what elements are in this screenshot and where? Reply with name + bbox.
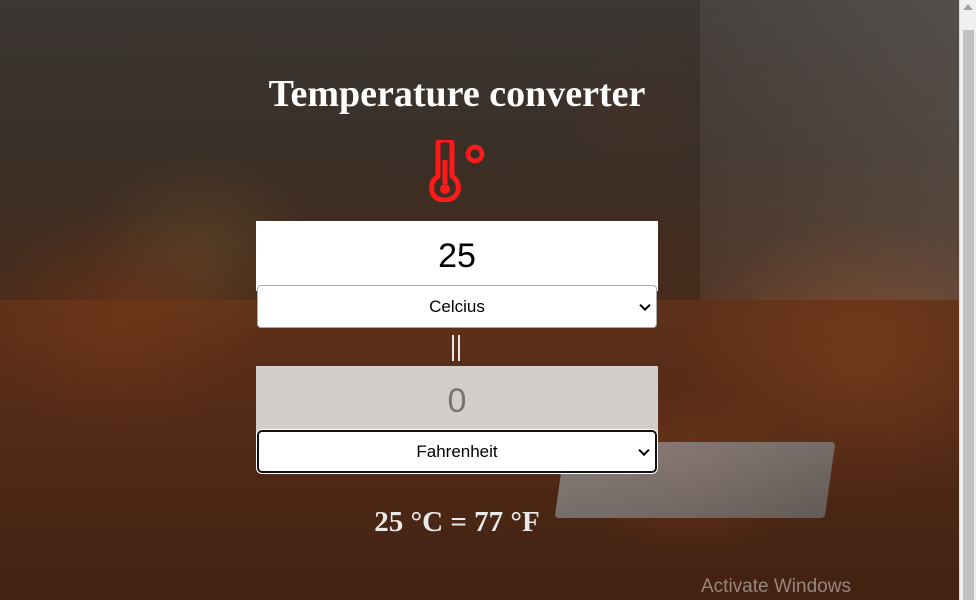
app-viewport: Temperature converter Celcius Fahrenheit… [0,0,976,600]
activate-windows-watermark: Activate Windows [701,576,851,597]
from-unit-select[interactable]: Celcius [257,285,657,328]
equals-divider [449,335,463,361]
to-unit-select[interactable]: Fahrenheit [257,430,657,473]
conversion-result: 25 °C = 77 °F [374,506,540,538]
to-temperature-input[interactable] [256,366,658,436]
thermometer-celsius-icon [429,140,485,202]
scroll-up-arrow-icon[interactable] [963,4,973,10]
to-unit-selected-label: Fahrenheit [416,441,498,461]
page-title: Temperature converter [268,73,646,115]
from-temperature-input[interactable] [256,221,658,291]
from-unit-selected-label: Celcius [429,296,485,316]
background-window [700,0,960,300]
scrollbar-thumb[interactable] [963,30,974,600]
vertical-scrollbar[interactable] [959,0,976,600]
